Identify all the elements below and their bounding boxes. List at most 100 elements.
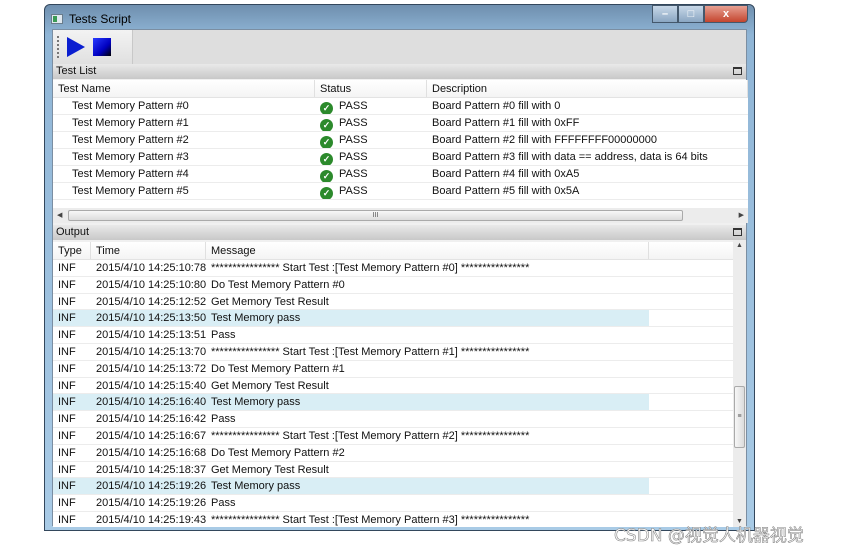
test-row[interactable]: Test Memory Pattern #5 ✓ PASS Board Patte… [53,183,748,200]
log-time: 2015/4/10 14:25:10:805 [96,278,206,291]
maximize-button[interactable]: □ [678,5,704,23]
log-message: Test Memory pass [206,310,649,327]
log-time: 2015/4/10 14:25:13:519 [96,329,206,342]
scroll-up-icon[interactable]: ▲ [736,242,743,249]
log-time: 2015/4/10 14:25:16:686 [96,446,206,459]
log-message: Test Memory pass [206,394,649,411]
test-list-grid: Test Name Status Description Test Memory… [53,80,748,208]
test-status: ✓ PASS [315,149,427,165]
vertical-scrollbar[interactable]: ▲ ≡ ▼ [733,240,746,527]
log-time: 2015/4/10 14:25:19:260 [91,478,206,495]
log-message: Do Test Memory Pattern #1 [211,362,345,375]
minimize-button[interactable]: – [652,5,678,23]
column-header-type[interactable]: Type [53,242,91,259]
test-description: Board Pattern #2 fill with FFFFFFFF00000… [432,134,657,146]
check-circle-icon: ✓ [320,170,333,182]
test-list-header: Test List [53,64,746,79]
column-header-filler [649,242,736,259]
log-type: INF [58,262,76,274]
stop-icon[interactable] [93,38,111,56]
log-row[interactable]: INF 2015/4/10 14:25:13:722 Do Test Memor… [53,361,736,378]
log-row[interactable]: INF 2015/4/10 14:25:13:519 Pass [53,327,736,344]
test-description: Board Pattern #3 fill with data == addre… [432,151,708,163]
test-description: Board Pattern #5 fill with 0x5A [432,185,580,197]
log-message: Pass [211,497,236,510]
log-row[interactable]: INF 2015/4/10 14:25:18:371 Get Memory Te… [53,462,736,479]
log-row[interactable]: INF 2015/4/10 14:25:16:670 *************… [53,428,736,445]
log-message: Pass [211,413,236,426]
watermark: CSDN @视觉人机器视觉 [614,526,804,547]
log-time: 2015/4/10 14:25:15:407 [96,379,206,392]
log-message: **************** Start Test :[Test Memor… [211,429,530,442]
log-message: Get Memory Test Result [211,379,329,392]
maximize-panel-icon[interactable] [733,67,742,75]
title-bar: Tests Script [51,9,131,29]
log-row[interactable]: INF 2015/4/10 14:25:10:789 *************… [53,260,736,277]
output-header: Output [53,225,746,240]
log-row[interactable]: INF 2015/4/10 14:25:16:686 Do Test Memor… [53,445,736,462]
log-type: INF [58,463,76,476]
column-header-status[interactable]: Status [315,80,427,97]
test-name: Test Memory Pattern #1 [72,117,189,129]
test-row[interactable]: Test Memory Pattern #2 ✓ PASS Board Patte… [53,132,748,149]
play-icon[interactable] [67,37,85,57]
log-time: 2015/4/10 14:25:12:521 [96,295,206,308]
log-time: 2015/4/10 14:25:19:432 [96,513,206,526]
test-row[interactable]: Test Memory Pattern #4 ✓ PASS Board Patte… [53,166,748,183]
log-message: Get Memory Test Result [211,295,329,308]
scroll-left-icon[interactable]: ◀ [57,211,62,219]
maximize-panel-icon[interactable] [733,228,742,236]
log-type: INF [58,513,76,526]
status-text: PASS [339,151,368,163]
status-text: PASS [339,134,368,146]
client-area: Test List Test Name Status Description T… [52,29,748,527]
log-row[interactable]: INF 2015/4/10 14:25:19:260 Test Memory p… [53,478,736,496]
window-title: Tests Script [69,12,132,26]
log-message: Get Memory Test Result [211,463,329,476]
horizontal-scrollbar[interactable]: ◀ III ▶ [53,208,748,223]
log-row[interactable]: INF 2015/4/10 14:25:13:504 Test Memory p… [53,310,736,328]
column-header-message[interactable]: Message [206,242,649,259]
tests-script-window: Tests Script – □ x Test List Test Name S… [44,4,755,531]
status-text: PASS [339,185,368,197]
log-time: 2015/4/10 14:25:13:504 [91,310,206,327]
log-type: INF [53,310,91,327]
scroll-right-icon[interactable]: ▶ [739,211,744,219]
toolbar-grip-icon[interactable] [57,36,59,58]
test-status: ✓ PASS [315,115,427,131]
log-type: INF [58,413,76,426]
log-message: **************** Start Test :[Test Memor… [211,262,530,274]
log-type: INF [53,478,91,495]
column-header-test-name[interactable]: Test Name [53,80,315,97]
scrollbar-thumb[interactable]: ≡ [734,386,745,448]
log-row[interactable]: INF 2015/4/10 14:25:19:260 Pass [53,495,736,512]
column-header-time[interactable]: Time [91,242,206,259]
log-type: INF [58,379,76,392]
test-row[interactable]: Test Memory Pattern #1 ✓ PASS Board Patte… [53,115,748,132]
log-row[interactable]: INF 2015/4/10 14:25:13:706 *************… [53,344,736,361]
log-row[interactable]: INF 2015/4/10 14:25:16:405 Test Memory p… [53,394,736,412]
check-circle-icon: ✓ [320,102,333,114]
output-grid: Type Time Message INF 2015/4/10 14:25:10… [53,242,736,527]
check-circle-icon: ✓ [320,153,333,165]
log-row[interactable]: INF 2015/4/10 14:25:10:805 Do Test Memor… [53,277,736,294]
log-row[interactable]: INF 2015/4/10 14:25:16:421 Pass [53,411,736,428]
test-status: ✓ PASS [315,98,427,114]
test-status: ✓ PASS [315,183,427,199]
scrollbar-thumb[interactable]: III [68,210,683,221]
close-button[interactable]: x [704,5,748,23]
test-name: Test Memory Pattern #3 [72,151,189,163]
column-header-description[interactable]: Description [427,80,748,97]
log-row[interactable]: INF 2015/4/10 14:25:12:521 Get Memory Te… [53,294,736,311]
log-time: 2015/4/10 14:25:10:789 [96,262,206,274]
log-message: Pass [211,329,236,342]
log-message: **************** Start Test :[Test Memor… [211,345,530,358]
toolbar [53,30,746,64]
test-row[interactable]: Test Memory Pattern #0 ✓ PASS Board Patte… [53,98,748,115]
log-time: 2015/4/10 14:25:13:706 [96,345,206,358]
test-row[interactable]: Test Memory Pattern #3 ✓ PASS Board Patte… [53,149,748,166]
log-time: 2015/4/10 14:25:16:670 [96,429,206,442]
log-row[interactable]: INF 2015/4/10 14:25:15:407 Get Memory Te… [53,378,736,395]
log-type: INF [58,362,76,375]
log-type: INF [58,497,76,510]
